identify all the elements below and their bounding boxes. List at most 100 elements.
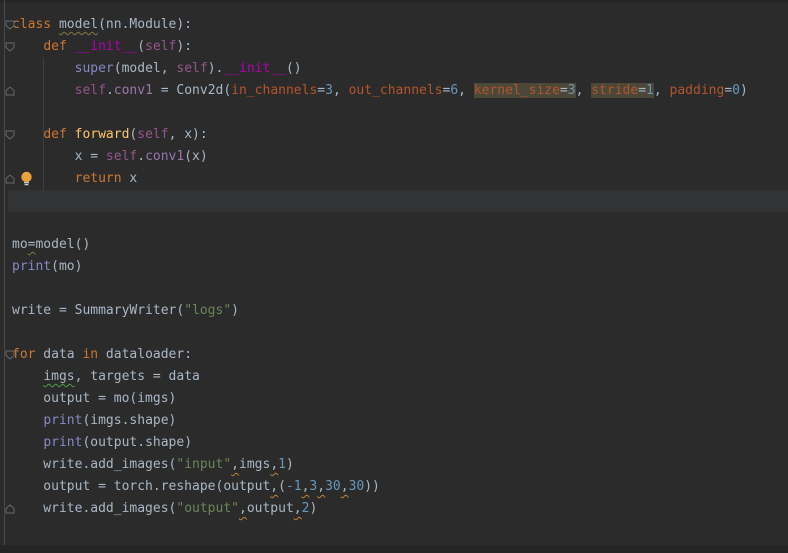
code-token: (nn.Module): xyxy=(98,17,193,32)
code-token: (output.shape) xyxy=(82,435,193,450)
fold-end-icon[interactable] xyxy=(4,85,16,97)
code-line[interactable]: write.add_images("output",output,2) xyxy=(12,498,317,520)
code-token: , xyxy=(575,83,592,98)
code-token: (mo) xyxy=(51,259,83,274)
code-line[interactable]: def forward(self, x): xyxy=(12,124,207,146)
code-token: ). xyxy=(207,61,224,76)
code-token: imgs xyxy=(239,457,271,472)
code-token: in xyxy=(82,347,99,362)
code-token: return xyxy=(74,171,122,186)
code-token: self xyxy=(176,61,208,76)
code-token: self xyxy=(145,39,177,54)
code-token: , xyxy=(458,83,474,98)
code-token: , xyxy=(340,479,349,494)
code-token: 6 xyxy=(450,83,459,98)
code-line[interactable]: mo=model() xyxy=(12,234,90,256)
fold-end-icon[interactable] xyxy=(4,503,16,515)
code-line[interactable]: def __init__(self): xyxy=(12,36,192,58)
fold-collapse-icon[interactable] xyxy=(4,349,16,361)
code-line[interactable]: write.add_images("input",imgs,1) xyxy=(12,454,294,476)
code-token: dataloader: xyxy=(98,347,193,362)
code-token: output = torch.reshape(output xyxy=(12,479,271,494)
editor-bottom-edge xyxy=(0,545,788,553)
code-token: self xyxy=(137,127,169,142)
code-token: forward xyxy=(74,127,130,142)
fold-collapse-icon[interactable] xyxy=(4,19,16,31)
code-line[interactable]: print(mo) xyxy=(12,256,82,278)
code-token: write = SummaryWriter( xyxy=(12,303,185,318)
fold-collapse-icon[interactable] xyxy=(4,129,16,141)
code-line[interactable]: self.conv1 = Conv2d(in_channels=3, out_c… xyxy=(12,80,748,102)
gutter-fold-line xyxy=(4,0,5,545)
code-token: . xyxy=(137,149,146,164)
code-token: ) xyxy=(231,303,239,318)
fold-collapse-icon[interactable] xyxy=(4,41,16,53)
code-line[interactable]: for data in dataloader: xyxy=(12,344,192,366)
code-token: )) xyxy=(364,479,380,494)
code-token: self xyxy=(105,149,138,164)
code-token: model() xyxy=(35,237,91,252)
code-token: 3 xyxy=(567,83,576,98)
code-token: ): xyxy=(176,39,193,54)
code-token: , targets = data xyxy=(74,369,200,384)
code-token: kernel_size xyxy=(473,83,560,98)
code-token: "output" xyxy=(176,501,239,516)
editor-top-edge xyxy=(0,0,788,3)
code-token: 3 xyxy=(325,83,333,98)
code-token: "logs" xyxy=(184,303,232,318)
code-token: print xyxy=(43,413,83,428)
code-line[interactable]: write = SummaryWriter("logs") xyxy=(12,300,239,322)
code-token: imgs xyxy=(43,369,75,384)
code-line[interactable]: imgs, targets = data xyxy=(12,366,200,388)
code-token: class xyxy=(12,17,59,32)
code-token: , xyxy=(332,83,349,98)
code-token: , xyxy=(653,83,670,98)
lightbulb-icon[interactable] xyxy=(20,171,33,186)
code-editor[interactable]: class model(nn.Module): def __init__(sel… xyxy=(0,0,788,553)
code-token: 0 xyxy=(732,83,740,98)
code-token: print xyxy=(43,435,83,450)
code-token: "input" xyxy=(176,457,232,472)
code-line[interactable]: print(imgs.shape) xyxy=(12,410,176,432)
code-token: __init__ xyxy=(223,61,286,76)
code-line[interactable]: class model(nn.Module): xyxy=(12,14,192,36)
code-token: in_channels xyxy=(231,83,318,98)
fold-end-icon[interactable] xyxy=(4,173,16,185)
code-token: model xyxy=(58,17,99,32)
code-token: (model, xyxy=(113,61,177,76)
code-token: ( xyxy=(137,39,146,54)
code-line[interactable]: output = mo(imgs) xyxy=(12,388,176,410)
code-token: output xyxy=(246,501,294,516)
code-token: , xyxy=(270,479,279,494)
code-token: ) xyxy=(739,83,748,98)
code-line[interactable]: print(output.shape) xyxy=(12,432,192,454)
code-token: 30 xyxy=(348,479,365,494)
code-token: output = mo(imgs) xyxy=(12,391,177,406)
code-token: (imgs.shape) xyxy=(82,413,177,428)
code-line[interactable]: output = torch.reshape(output,(-1,3,30,3… xyxy=(12,476,380,498)
code-token: conv1 xyxy=(113,83,153,98)
code-token: conv1 xyxy=(145,149,185,164)
code-token: def xyxy=(43,127,75,142)
code-token: def xyxy=(43,39,75,54)
code-line[interactable]: x = self.conv1(x) xyxy=(12,146,208,168)
code-token: 1 xyxy=(646,83,654,98)
code-token: ) xyxy=(309,501,318,516)
code-token: = xyxy=(317,83,326,98)
code-token: mo xyxy=(12,237,28,252)
code-token: (x) xyxy=(184,149,208,164)
code-token: , xyxy=(317,479,326,494)
code-token: super xyxy=(74,61,114,76)
code-token: write.add_images( xyxy=(12,501,177,516)
code-token: 1 xyxy=(278,457,286,472)
code-line[interactable]: super(model, self).__init__() xyxy=(12,58,302,80)
code-token: , xyxy=(239,501,247,516)
code-token: out_channels xyxy=(348,83,443,98)
code-token: = xyxy=(559,83,568,98)
